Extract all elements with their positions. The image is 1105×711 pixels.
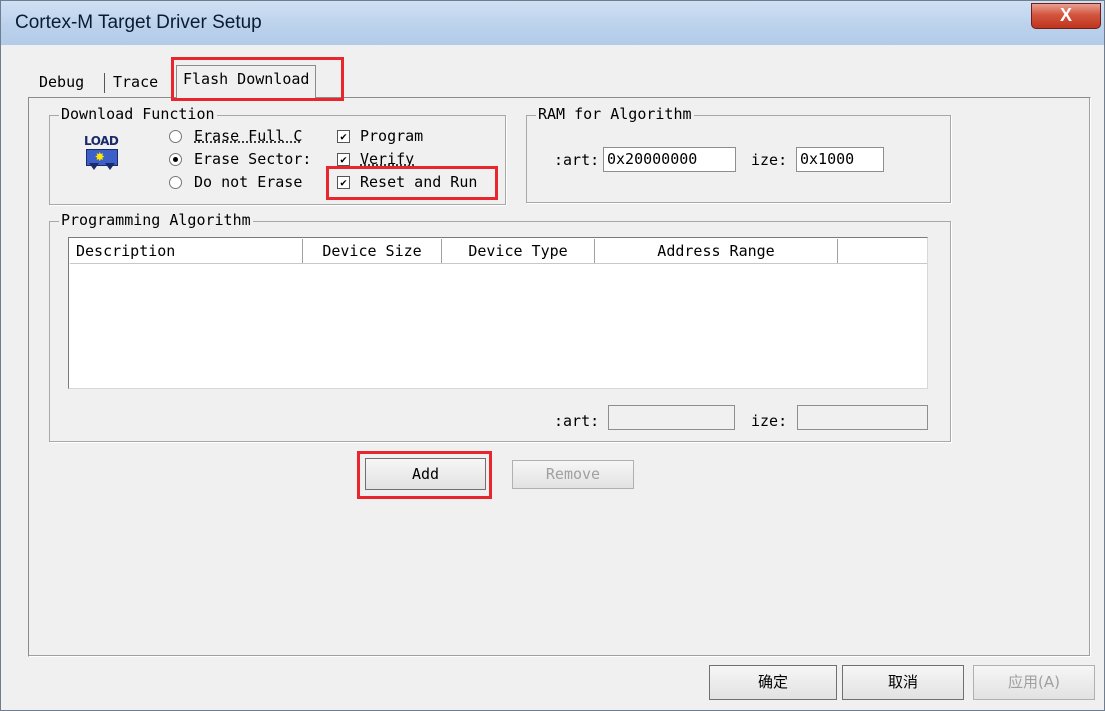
- highlight-box-tab: [171, 57, 344, 101]
- column-header-device-type[interactable]: Device Type: [442, 239, 595, 263]
- remove-button[interactable]: Remove: [512, 460, 634, 489]
- algorithm-table[interactable]: Description Device Size Device Type Addr…: [68, 237, 928, 389]
- column-header-device-size[interactable]: Device Size: [303, 239, 442, 263]
- load-icon-arrow-left: [89, 163, 99, 170]
- dialog-window: Cortex-M Target Driver Setup X Debug Tra…: [0, 0, 1105, 711]
- algorithm-size-label: ize:: [751, 412, 788, 430]
- ram-size-input[interactable]: 0x1000: [796, 147, 884, 172]
- radio-do-not-erase[interactable]: [169, 176, 182, 189]
- cancel-button[interactable]: 取消: [842, 665, 964, 700]
- algorithm-start-input[interactable]: [608, 405, 735, 430]
- ram-size-label: ize:: [751, 151, 788, 169]
- checkbox-program[interactable]: ✔: [337, 130, 350, 143]
- tab-trace[interactable]: Trace: [107, 69, 164, 98]
- radio-erase-full-chip[interactable]: [169, 130, 182, 143]
- algorithm-size-input[interactable]: [797, 405, 928, 430]
- programming-algorithm-legend: Programming Algorithm: [59, 211, 253, 229]
- column-header-address-range[interactable]: Address Range: [595, 239, 838, 263]
- ok-button[interactable]: 确定: [709, 665, 837, 700]
- download-function-legend: Download Function: [59, 105, 217, 123]
- algorithm-start-label: :art:: [554, 412, 600, 430]
- apply-button[interactable]: 应用(A): [973, 665, 1095, 700]
- load-icon-arrow-right: [105, 163, 115, 170]
- checkbox-verify[interactable]: ✔: [337, 153, 350, 166]
- title-bar[interactable]: Cortex-M Target Driver Setup X: [1, 1, 1104, 45]
- radio-do-not-erase-label[interactable]: Do not Erase: [194, 173, 302, 191]
- close-button[interactable]: X: [1031, 3, 1101, 29]
- column-header-description[interactable]: Description: [70, 239, 303, 263]
- tab-separator: [104, 73, 105, 93]
- checkbox-program-label[interactable]: Program: [360, 127, 423, 145]
- load-icon: LOAD ✸: [82, 134, 128, 176]
- radio-erase-sectors-label[interactable]: Erase Sector:: [194, 150, 311, 168]
- radio-erase-sectors[interactable]: [169, 153, 182, 166]
- radio-erase-full-chip-label[interactable]: Erase Full C: [194, 127, 302, 145]
- tab-debug[interactable]: Debug: [33, 69, 90, 98]
- ram-for-algorithm-legend: RAM for Algorithm: [536, 105, 694, 123]
- ram-start-label: :art:: [554, 151, 600, 169]
- load-icon-star: ✸: [95, 146, 105, 165]
- ram-start-input[interactable]: 0x20000000: [603, 147, 736, 172]
- window-title: Cortex-M Target Driver Setup: [15, 12, 262, 33]
- highlight-box-reset-and-run: [326, 166, 498, 200]
- highlight-box-add: [357, 451, 492, 499]
